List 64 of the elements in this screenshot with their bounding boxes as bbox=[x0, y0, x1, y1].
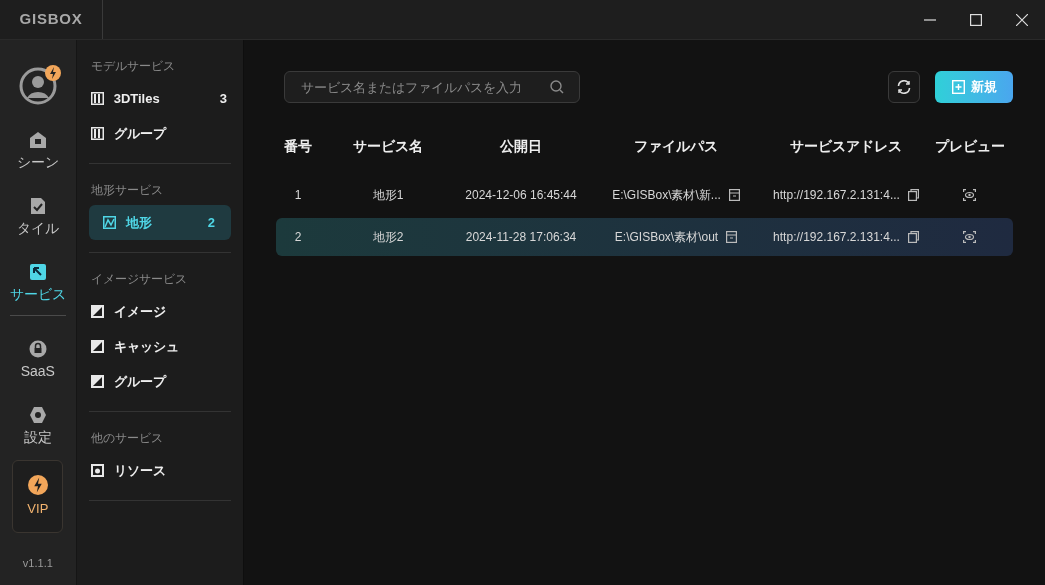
settings-icon bbox=[28, 406, 47, 424]
table-cell-text: 2 bbox=[294, 229, 302, 246]
item-count: 3 bbox=[219, 89, 227, 108]
column-header: サービス名 bbox=[353, 136, 423, 156]
image-icon bbox=[90, 340, 104, 353]
lightning-icon bbox=[27, 474, 48, 495]
table-cell-text: 地形2 bbox=[372, 229, 404, 246]
sidebar-item[interactable]: 地形 2 bbox=[88, 205, 231, 240]
section-title: イメージサービス bbox=[89, 271, 188, 288]
preview-icon[interactable] bbox=[963, 231, 976, 243]
search-field[interactable]: サービス名またはファイルパスを入力 bbox=[284, 71, 580, 103]
close-icon bbox=[1016, 13, 1028, 26]
column-header: ファイルパス bbox=[634, 136, 718, 156]
column-header: 公開日 bbox=[500, 136, 542, 156]
nav-item[interactable]: タイル bbox=[0, 183, 76, 249]
table-row[interactable]: 1 地形1 2024-12-06 16:45:44 E:\GISBox\素材\新... http://192.167.2.131:4... bbox=[276, 176, 1013, 214]
avatar-icon[interactable] bbox=[18, 67, 57, 105]
lightning-badge-icon bbox=[44, 65, 61, 81]
search-icon bbox=[550, 80, 564, 94]
table-cell-text: 2024-12-06 16:45:44 bbox=[465, 187, 577, 204]
table-cell-text: 2024-11-28 17:06:34 bbox=[465, 229, 577, 246]
nav-item[interactable]: 設定 bbox=[0, 392, 76, 458]
table-cell-text: 地形1 bbox=[372, 187, 404, 204]
version-label: v1.1.1 bbox=[22, 556, 53, 571]
section-title: 地形サービス bbox=[89, 182, 164, 199]
maximize-icon bbox=[970, 13, 982, 26]
sidebar-item[interactable]: グループ bbox=[88, 116, 231, 151]
table-cell-text: E:\GISBox\素材\out bbox=[614, 229, 719, 246]
nav-item[interactable]: シーン bbox=[0, 117, 76, 183]
tiles-icon bbox=[90, 127, 104, 140]
lock-icon bbox=[28, 340, 47, 358]
table-cell-text: http://192.167.2.131:4... bbox=[773, 187, 900, 204]
sidebar-item[interactable]: グループ bbox=[88, 364, 231, 399]
sidebar-item[interactable]: イメージ bbox=[88, 294, 231, 329]
image-icon bbox=[90, 305, 104, 318]
nav-item[interactable]: サービス bbox=[0, 249, 76, 315]
vip-button[interactable]: VIP bbox=[12, 460, 64, 533]
add-icon bbox=[951, 80, 965, 94]
preview-icon[interactable] bbox=[963, 189, 976, 201]
item-count: 2 bbox=[207, 213, 215, 232]
sidebar-item[interactable]: 3DTiles 3 bbox=[88, 81, 231, 116]
column-header: サービスアドレス bbox=[790, 136, 902, 156]
nav-item[interactable]: SaaS bbox=[0, 326, 76, 392]
table-cell-text: 1 bbox=[294, 187, 302, 204]
tiles-icon bbox=[90, 92, 104, 105]
column-header: プレビュー bbox=[934, 136, 1005, 156]
resource-icon bbox=[90, 464, 104, 477]
table-cell-text: E:\GISBox\素材\新... bbox=[612, 187, 721, 204]
table-cell-text: http://192.167.2.131:4... bbox=[773, 229, 900, 246]
section-title: 他のサービス bbox=[89, 430, 164, 447]
sidebar-item[interactable]: リソース bbox=[88, 453, 231, 488]
section-title: モデルサービス bbox=[89, 58, 176, 75]
copy-icon[interactable] bbox=[907, 231, 919, 243]
table-row[interactable]: 2 地形2 2024-11-28 17:06:34 E:\GISBox\素材\out http://192.167.2.131:4... bbox=[276, 218, 1013, 256]
house-icon bbox=[28, 131, 47, 149]
app-logo: GISBOX bbox=[19, 9, 83, 30]
column-header: 番号 bbox=[284, 136, 312, 156]
sidebar-item[interactable]: キャッシュ bbox=[88, 329, 231, 364]
refresh-button[interactable] bbox=[888, 71, 920, 103]
refresh-icon bbox=[896, 79, 912, 95]
copy-icon[interactable] bbox=[907, 189, 919, 201]
terrain-icon bbox=[102, 216, 116, 229]
image-icon bbox=[90, 375, 104, 388]
document-check-icon bbox=[28, 197, 47, 215]
